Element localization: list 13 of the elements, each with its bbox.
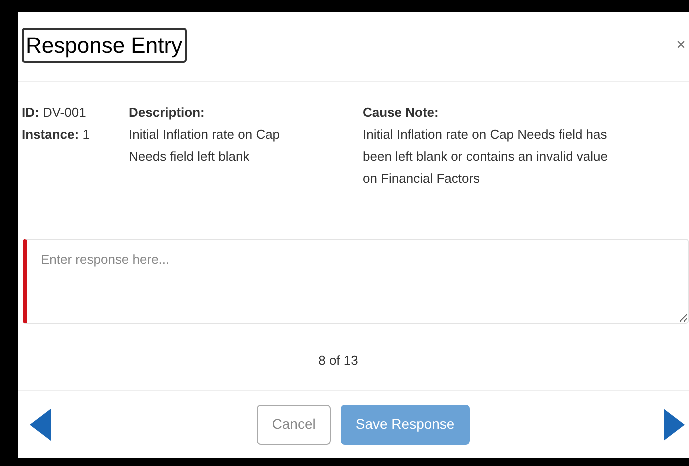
cancel-button[interactable]: Cancel <box>257 404 331 444</box>
next-arrow-icon[interactable] <box>664 408 685 440</box>
dialog-title: Response Entry <box>22 28 187 63</box>
response-field[interactable]: Enter response here... <box>23 239 689 324</box>
instance-text: Instance: 1 <box>22 126 91 144</box>
cause-note-label: Cause Note: <box>363 104 440 122</box>
description-text: Initial Inflation rate on Cap Needs field left blank <box>129 126 282 166</box>
close-button[interactable]: × <box>676 38 686 54</box>
cause-note-text: Initial Inflation rate on Cap Needs field has been left blank or contains an invalid value on Financial Factors <box>363 126 609 188</box>
page-counter: 8 of 13 <box>318 352 358 370</box>
description-label: Description: <box>129 104 206 122</box>
id-text: ID: DV-001 <box>22 104 88 122</box>
previous-arrow-icon[interactable] <box>30 408 51 440</box>
